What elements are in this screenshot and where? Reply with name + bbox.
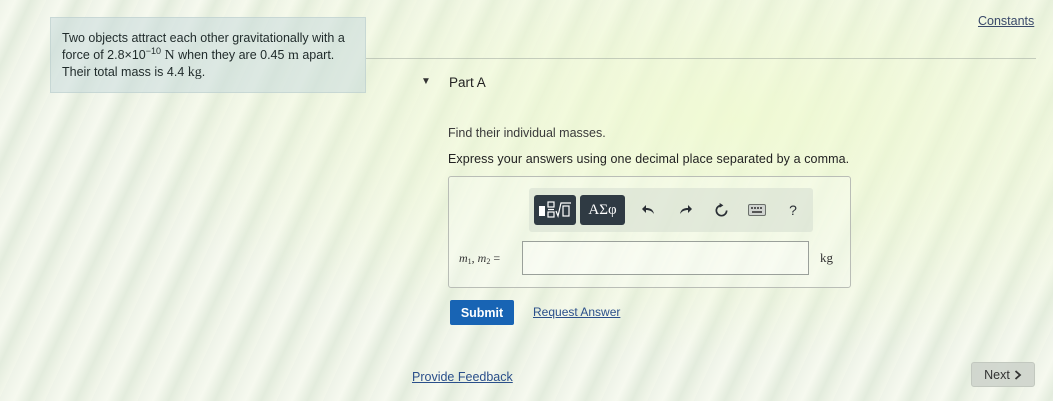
divider [366, 58, 1036, 59]
force-unit: N [164, 48, 175, 63]
provide-feedback-link[interactable]: Provide Feedback [412, 370, 513, 384]
constants-link[interactable]: Constants [978, 14, 1034, 28]
next-button[interactable]: Next [971, 362, 1035, 387]
part-title[interactable]: Part A [449, 75, 486, 90]
keyboard-icon[interactable] [746, 199, 768, 221]
answer-label: m1, m2 = [459, 251, 501, 266]
distance-unit: m [287, 48, 299, 63]
reset-icon[interactable] [710, 199, 732, 221]
problem-line-2: force of 2.8×10−10 N when they are 0.45 … [62, 45, 335, 63]
chevron-right-icon [1014, 369, 1022, 380]
problem-statement: Two objects attract each other gravitati… [50, 17, 366, 93]
instruction-find-masses: Find their individual masses. [448, 126, 606, 140]
templates-button[interactable] [534, 195, 576, 225]
triangle-down-icon[interactable]: ▼ [421, 76, 431, 87]
request-answer-link[interactable]: Request Answer [533, 305, 620, 319]
problem-line-3: Their total mass is 4.4 kg. [62, 65, 206, 80]
templates-icon [539, 201, 571, 219]
greek-symbols-button[interactable]: ΑΣφ [580, 195, 625, 225]
instruction-format: Express your answers using one decimal p… [448, 152, 850, 166]
undo-icon[interactable] [638, 199, 660, 221]
answer-input[interactable] [522, 241, 809, 275]
answer-unit: kg [820, 250, 833, 265]
force-exponent: −10 [145, 45, 162, 56]
submit-button[interactable]: Submit [450, 300, 514, 325]
mass-unit: kg [187, 65, 202, 80]
problem-line-1: Two objects attract each other gravitati… [62, 31, 345, 45]
help-icon[interactable]: ? [782, 199, 804, 221]
next-label: Next [984, 367, 1010, 382]
redo-icon[interactable] [674, 199, 696, 221]
